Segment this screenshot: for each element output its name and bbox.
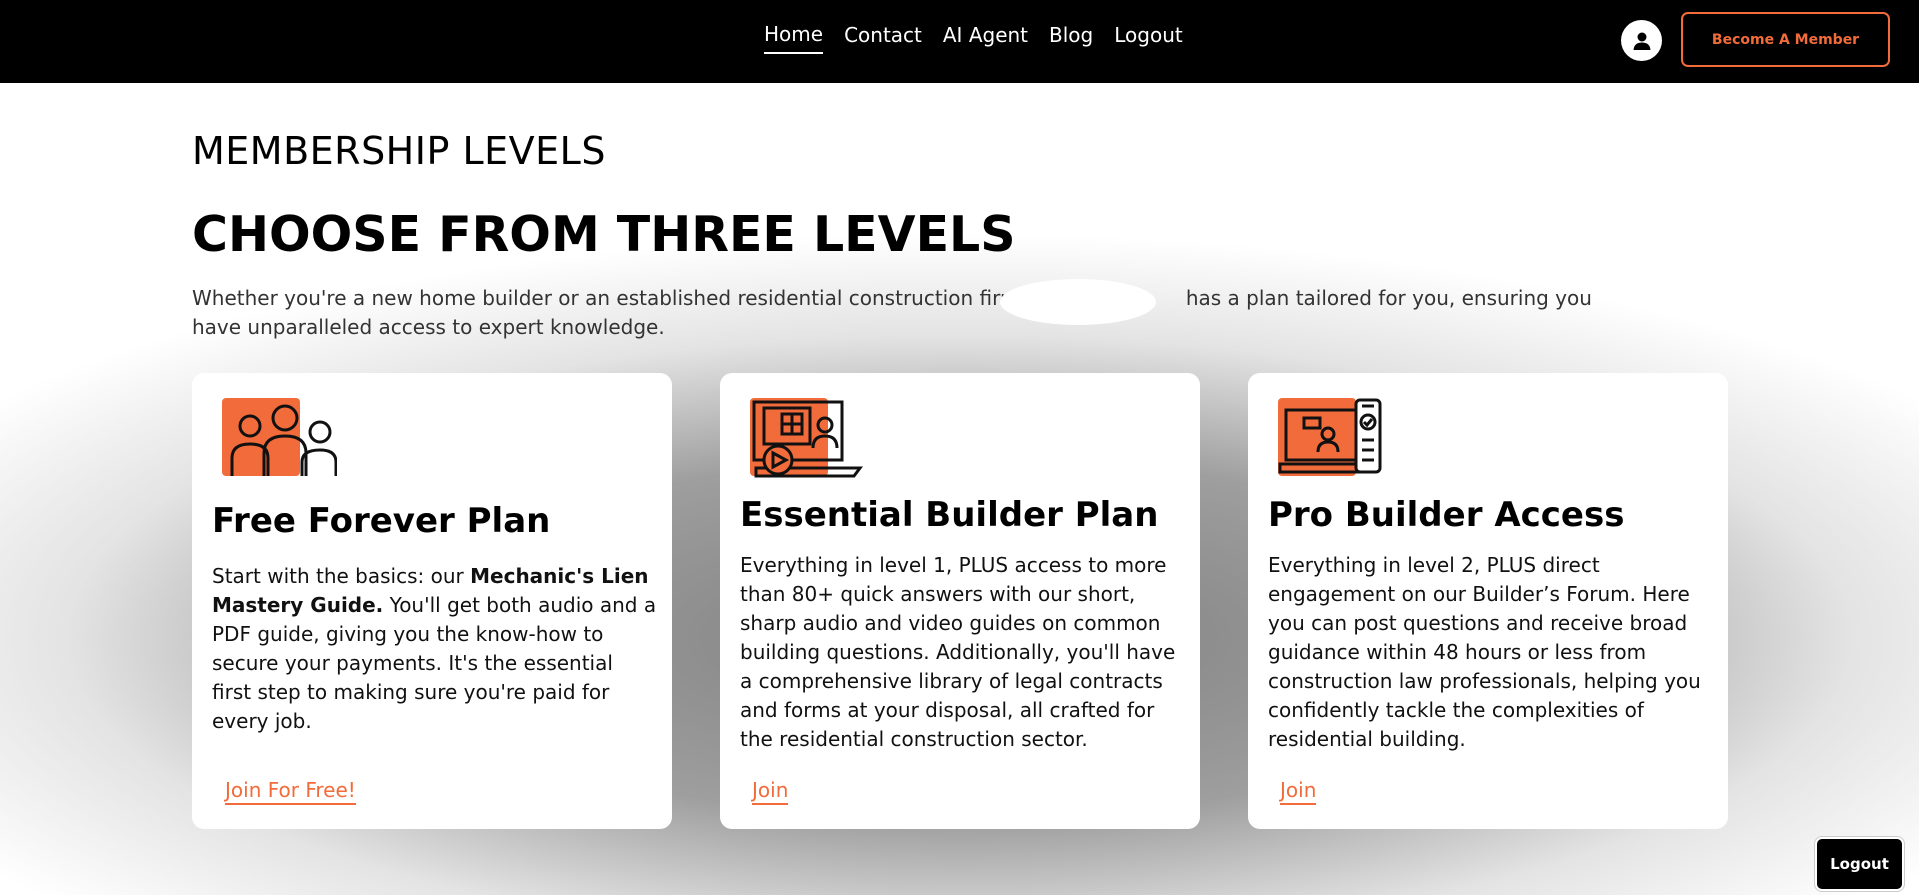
floating-logout-button[interactable]: Logout [1815,837,1904,891]
intro-text-start: Whether you're a new home builder or an … [192,286,1026,310]
plan-description: Everything in level 1, PLUS access to mo… [740,553,1176,751]
plan-card-pro: Pro Builder Access Everything in level 2… [1248,373,1728,829]
top-navbar: Home Contact AI Agent Blog Logout Become… [0,0,1919,83]
nav-blog-link[interactable]: Blog [1049,23,1093,53]
plan-description: Everything in level 2, PLUS direct engag… [1268,553,1701,751]
section-intro: Whether you're a new home builder or an … [192,284,1632,342]
join-essential-link[interactable]: Join [752,778,789,805]
plan-title: Free Forever Plan [212,501,551,541]
join-free-link[interactable]: Join For Free! [225,778,356,805]
team-icon [222,398,337,476]
video-guide-icon [750,398,863,478]
user-icon [1633,32,1650,50]
nav-contact-link[interactable]: Contact [844,23,922,53]
nav-ai-agent-link[interactable]: AI Agent [943,23,1028,53]
section-eyebrow: MEMBERSHIP LEVELS [192,129,606,173]
nav-home-link[interactable]: Home [764,22,824,54]
plan-card-essential: Essential Builder Plan Everything in lev… [720,373,1200,829]
plan-title: Pro Builder Access [1268,495,1625,535]
plan-card-free: Free Forever Plan Start with the basics:… [192,373,672,829]
nav-logout-link[interactable]: Logout [1114,23,1182,53]
redaction-mark [1000,279,1156,325]
plan-description-start: Start with the basics: our [212,564,471,588]
plan-title: Essential Builder Plan [740,495,1159,535]
join-pro-link[interactable]: Join [1280,778,1317,805]
account-avatar-button[interactable] [1621,20,1662,61]
plan-description: Start with the basics: our Mechanic's Li… [212,562,657,736]
become-member-button[interactable]: Become A Member [1681,12,1890,67]
forum-laptop-icon [1278,398,1382,476]
main-nav: Home Contact AI Agent Blog Logout [764,22,1183,54]
section-headline: CHOOSE FROM THREE LEVELS [192,206,1016,263]
